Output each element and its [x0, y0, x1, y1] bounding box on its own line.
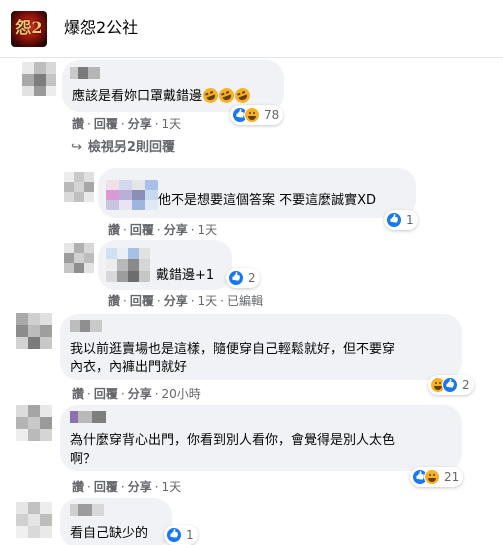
like-link[interactable]: 讚 [108, 294, 120, 308]
reaction-summary[interactable]: 1 [164, 525, 198, 545]
group-header: 怨2 爆怨2公社 [0, 0, 503, 58]
avatar[interactable] [64, 243, 94, 273]
reaction-summary[interactable]: 78 [230, 105, 284, 125]
reply-arrow-icon: ↪ [71, 140, 82, 155]
comment-text: 看自己缺少的 [70, 526, 149, 541]
avatar[interactable] [16, 405, 52, 441]
comment-text: 他不是想要這個答案 不要這麼誠實XD [158, 193, 377, 208]
reply-link[interactable]: 回覆 [130, 294, 154, 308]
reply-link[interactable]: 回覆 [130, 223, 154, 237]
share-link[interactable]: 分享 [128, 387, 152, 401]
timestamp[interactable]: 1天 [162, 480, 182, 494]
reaction-summary[interactable]: 1 [384, 210, 418, 230]
timestamp[interactable]: 20小時 [162, 387, 201, 401]
avatar[interactable] [22, 62, 56, 96]
group-name[interactable]: 爆怨2公社 [64, 16, 138, 40]
comment-text: 應該是看妳口罩戴錯邊 [72, 85, 253, 107]
comment-actions: 讚 · 回覆 · 分享 · 1天 · 已編輯 [108, 294, 264, 308]
share-link[interactable]: 分享 [128, 480, 152, 494]
timestamp[interactable]: 1天 [198, 294, 218, 308]
commenter-name[interactable] [70, 504, 104, 516]
like-reaction-icon [166, 527, 182, 543]
like-link[interactable]: 讚 [72, 117, 84, 131]
haha-emoji [232, 85, 253, 106]
reaction-summary[interactable]: 2 [428, 375, 474, 395]
reaction-summary[interactable]: 2 [226, 268, 260, 288]
like-link[interactable]: 讚 [108, 223, 120, 237]
group-logo[interactable]: 怨2 [11, 11, 47, 47]
comment-text: 為什麼穿背心出門，你看到別人看你，會覺得是別人太色 [70, 433, 396, 448]
comment-actions: 讚 · 回覆 · 分享 · 20小時 [72, 387, 201, 401]
attached-image[interactable] [106, 248, 150, 282]
share-link[interactable]: 分享 [164, 294, 188, 308]
reply-link[interactable]: 回覆 [94, 387, 118, 401]
timestamp[interactable]: 1天 [162, 117, 182, 131]
haha-emoji [216, 85, 237, 106]
reply-link[interactable]: 回覆 [94, 117, 118, 131]
like-reaction-icon [442, 377, 458, 393]
haha-reaction-icon [424, 469, 440, 485]
comment-text: 戴錯邊+1 [156, 268, 215, 283]
comment-actions: 讚 · 回覆 · 分享 · 1天 [72, 480, 182, 494]
view-more-replies-link[interactable]: ↪ 檢視另2則回覆 [71, 139, 175, 157]
avatar[interactable] [16, 502, 52, 538]
comment-text: 內衣，內褲出門就好 [70, 360, 188, 375]
avatar[interactable] [64, 172, 94, 202]
share-link[interactable]: 分享 [128, 117, 152, 131]
commenter-name[interactable] [70, 67, 100, 79]
comment-actions: 讚 · 回覆 · 分享 · 1天 [108, 223, 218, 237]
reaction-summary[interactable]: 21 [410, 467, 464, 487]
comment-actions: 讚 · 回覆 · 分享 · 1天 [72, 117, 182, 131]
like-link[interactable]: 讚 [72, 387, 84, 401]
avatar[interactable] [16, 313, 52, 349]
like-link[interactable]: 讚 [72, 480, 84, 494]
like-reaction-icon [386, 212, 402, 228]
edited-label: 已編輯 [227, 294, 264, 308]
reply-link[interactable]: 回覆 [94, 480, 118, 494]
commenter-name[interactable] [70, 320, 102, 332]
haha-emoji [200, 85, 221, 106]
haha-reaction-icon [244, 107, 260, 123]
like-reaction-icon [228, 270, 244, 286]
share-link[interactable]: 分享 [164, 223, 188, 237]
commenter-name[interactable] [70, 411, 106, 423]
attached-image[interactable] [106, 180, 158, 210]
comment-text: 啊？ [70, 452, 97, 467]
timestamp[interactable]: 1天 [198, 223, 218, 237]
